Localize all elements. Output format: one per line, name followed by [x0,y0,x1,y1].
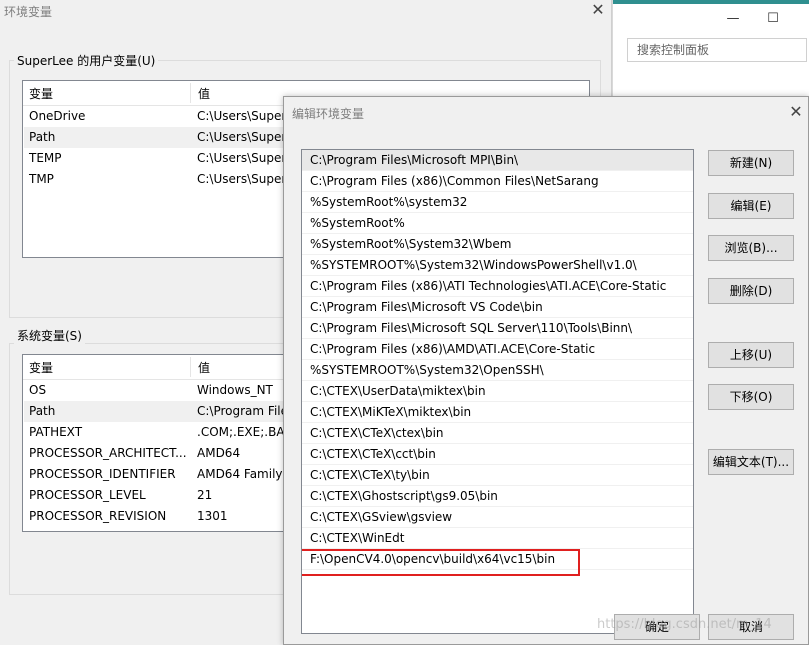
browse-button[interactable]: 浏览(B)... [708,235,794,261]
variable-name: OS [29,383,47,397]
dialog-title: 编辑环境变量 [292,107,365,121]
variable-name: OneDrive [29,109,86,123]
watermark: https://blog.csdn.net/m_14 [597,617,772,632]
path-text: C:\CTEX\GSview\gsview [310,510,453,524]
path-item[interactable]: C:\CTEX\UserData\miktex\bin [302,381,693,402]
path-item[interactable]: C:\CTEX\CTeX\ctex\bin [302,423,693,444]
column-divider [190,83,191,103]
variable-name: PATHEXT [29,425,83,439]
variable-value: AMD64 Family [197,467,283,481]
path-text: C:\CTEX\UserData\miktex\bin [310,384,486,398]
path-item[interactable]: C:\CTEX\Ghostscript\gs9.05\bin [302,486,693,507]
search-input[interactable]: 搜索控制面板 [627,38,807,62]
variable-name: PROCESSOR_ARCHITECT... [29,446,187,460]
path-item[interactable]: C:\Program Files (x86)\AMD\ATI.ACE\Core-… [302,339,693,360]
path-text: %SystemRoot%\System32\Wbem [310,237,512,251]
path-text: C:\CTEX\WinEdt [310,531,405,545]
variable-value: C:\Users\Super [197,151,287,165]
path-text: C:\Program Files\Microsoft MPI\Bin\ [310,153,519,167]
variable-value: C:\Program File [197,404,288,418]
path-text: C:\CTEX\CTeX\cct\bin [310,447,436,461]
move-down-button[interactable]: 下移(O) [708,384,794,410]
path-text: C:\Program Files\Microsoft VS Code\bin [310,300,543,314]
delete-button[interactable]: 删除(D) [708,278,794,304]
variable-name: PROCESSOR_IDENTIFIER [29,467,176,481]
path-item[interactable]: C:\Program Files\Microsoft MPI\Bin\ [302,150,693,171]
path-item[interactable]: %SystemRoot% [302,213,693,234]
column-divider [190,357,191,377]
window-accent-bar [613,0,809,4]
path-text: C:\Program Files (x86)\Common Files\NetS… [310,174,599,188]
path-text: C:\CTEX\MiKTeX\miktex\bin [310,405,472,419]
path-text: C:\Program Files (x86)\AMD\ATI.ACE\Core-… [310,342,596,356]
path-item[interactable]: C:\Program Files (x86)\ATI Technologies\… [302,276,693,297]
path-item[interactable]: C:\CTEX\WinEdt [302,528,693,549]
system-variables-label: 系统变量(S) [14,327,85,344]
path-text: %SYSTEMROOT%\System32\OpenSSH\ [310,363,544,377]
user-variables-label: SuperLee 的用户变量(U) [14,52,159,69]
close-icon[interactable]: ✕ [786,102,806,122]
path-text: C:\Program Files\Microsoft SQL Server\11… [310,321,633,335]
path-item[interactable]: %SYSTEMROOT%\System32\OpenSSH\ [302,360,693,381]
highlight-box [302,549,580,576]
path-text: C:\CTEX\CTeX\ctex\bin [310,426,444,440]
variable-name: TMP [29,172,54,186]
path-item[interactable]: C:\CTEX\GSview\gsview [302,507,693,528]
path-item[interactable]: %SystemRoot%\System32\Wbem [302,234,693,255]
path-item[interactable]: C:\Program Files\Microsoft VS Code\bin [302,297,693,318]
variable-name: Path [29,130,56,144]
variable-name: TEMP [29,151,62,165]
variable-name: PROCESSOR_LEVEL [29,488,146,502]
path-text: C:\CTEX\Ghostscript\gs9.05\bin [310,489,498,503]
path-item[interactable]: %SystemRoot%\system32 [302,192,693,213]
maximize-button[interactable]: ☐ [759,8,787,30]
new-button[interactable]: 新建(N) [708,150,794,176]
variable-value: Windows_NT [197,383,273,397]
path-text: %SystemRoot% [310,216,405,230]
variable-name: Path [29,404,56,418]
column-header-name[interactable]: 变量 [29,359,53,376]
variable-value: AMD64 [197,446,241,460]
column-header-value[interactable]: 值 [198,85,210,102]
edit-text-button[interactable]: 编辑文本(T)... [708,449,794,475]
path-text: %SYSTEMROOT%\System32\WindowsPowerShell\… [310,258,637,272]
close-icon[interactable]: ✕ [588,0,608,20]
path-item[interactable]: C:\Program Files\Microsoft SQL Server\11… [302,318,693,339]
variable-value: 1301 [197,509,228,523]
path-item[interactable]: C:\CTEX\CTeX\cct\bin [302,444,693,465]
move-up-button[interactable]: 上移(U) [708,342,794,368]
window-title: 环境变量 [4,5,53,19]
variable-value: C:\Users\Super [197,172,287,186]
variable-value: C:\Users\Super [197,130,287,144]
path-text: C:\CTEX\CTeX\ty\bin [310,468,430,482]
column-header-value[interactable]: 值 [198,359,210,376]
path-text: %SystemRoot%\system32 [310,195,468,209]
path-item[interactable]: C:\CTEX\CTeX\ty\bin [302,465,693,486]
path-item[interactable]: C:\Program Files (x86)\Common Files\NetS… [302,171,693,192]
path-item[interactable]: C:\CTEX\MiKTeX\miktex\bin [302,402,693,423]
variable-value: C:\Users\Super [197,109,287,123]
variable-value: .COM;.EXE;.BAT [197,425,291,439]
variable-name: PROCESSOR_REVISION [29,509,167,523]
variable-value: 21 [197,488,213,502]
path-list[interactable]: C:\Program Files\Microsoft MPI\Bin\ C:\P… [301,149,694,634]
minimize-button[interactable]: — [719,8,747,30]
path-text: C:\Program Files (x86)\ATI Technologies\… [310,279,667,293]
edit-button[interactable]: 编辑(E) [708,193,794,219]
path-item[interactable]: %SYSTEMROOT%\System32\WindowsPowerShell\… [302,255,693,276]
column-header-name[interactable]: 变量 [29,85,53,102]
edit-environment-variable-dialog: 编辑环境变量 ✕ C:\Program Files\Microsoft MPI\… [283,96,809,645]
